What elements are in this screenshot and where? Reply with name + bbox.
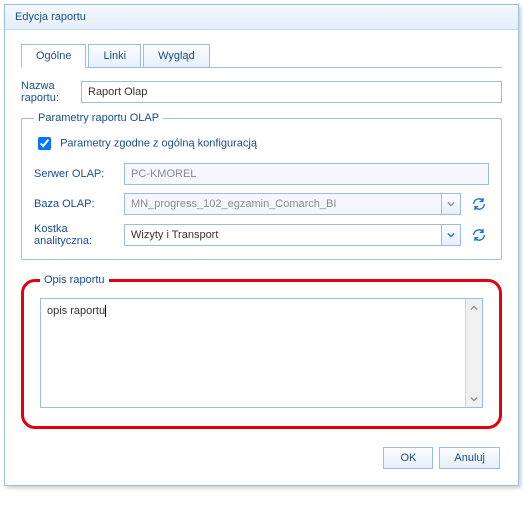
cube-input[interactable]	[124, 224, 441, 246]
dialog-window: Edycja raportu Ogólne Linki Wygląd Nazwa…	[4, 4, 519, 486]
cube-row: Kostka analityczna:	[34, 223, 489, 247]
window-title: Edycja raportu	[5, 5, 518, 30]
description-textarea[interactable]: opis raportu	[41, 299, 465, 407]
content-area: Ogólne Linki Wygląd Nazwa raportu: Param…	[5, 30, 518, 485]
database-row: Baza OLAP:	[34, 193, 489, 215]
olap-params-legend: Parametry raportu OLAP	[34, 112, 163, 124]
cube-dropdown-button[interactable]	[441, 224, 461, 246]
cube-combo	[124, 224, 461, 246]
description-legend: Opis raportu	[40, 274, 109, 286]
cube-refresh-button[interactable]	[469, 225, 489, 245]
tab-appearance[interactable]: Wygląd	[143, 44, 210, 67]
server-row: Serwer OLAP:	[34, 163, 489, 185]
text-cursor	[105, 305, 106, 317]
tab-general[interactable]: Ogólne	[21, 44, 86, 68]
dialog-buttons: OK Anuluj	[21, 443, 502, 475]
tab-links[interactable]: Linki	[88, 44, 141, 67]
scroll-down-button[interactable]	[466, 390, 482, 407]
tab-bar: Ogólne Linki Wygląd	[21, 44, 502, 68]
refresh-icon	[471, 227, 487, 243]
chevron-down-icon	[470, 395, 478, 403]
olap-params-fieldset: Parametry raportu OLAP Parametry zgodne …	[21, 112, 502, 260]
description-fieldset: Opis raportu opis raportu	[21, 274, 502, 429]
cancel-button[interactable]: Anuluj	[439, 447, 500, 469]
database-label: Baza OLAP:	[34, 198, 124, 210]
server-input	[124, 163, 489, 185]
database-refresh-button[interactable]	[469, 194, 489, 214]
description-value: opis raportu	[47, 305, 105, 317]
database-dropdown-button[interactable]	[441, 193, 461, 215]
scroll-up-button[interactable]	[466, 299, 482, 316]
database-combo	[124, 193, 461, 215]
scrollbar[interactable]	[465, 299, 482, 407]
chevron-down-icon	[447, 200, 455, 208]
chevron-down-icon	[447, 231, 455, 239]
server-label: Serwer OLAP:	[34, 168, 124, 180]
report-name-row: Nazwa raportu:	[21, 80, 502, 104]
ok-button[interactable]: OK	[383, 447, 433, 469]
chevron-up-icon	[470, 304, 478, 312]
config-checkbox-row: Parametry zgodne z ogólną konfiguracją	[34, 134, 489, 153]
report-name-label: Nazwa raportu:	[21, 80, 81, 104]
report-name-input[interactable]	[81, 81, 502, 103]
refresh-icon	[471, 196, 487, 212]
config-checkbox-label: Parametry zgodne z ogólną konfiguracją	[60, 137, 257, 149]
cube-label: Kostka analityczna:	[34, 223, 124, 247]
config-checkbox[interactable]	[38, 137, 51, 150]
database-input	[124, 193, 441, 215]
description-textarea-wrap: opis raportu	[40, 298, 483, 408]
